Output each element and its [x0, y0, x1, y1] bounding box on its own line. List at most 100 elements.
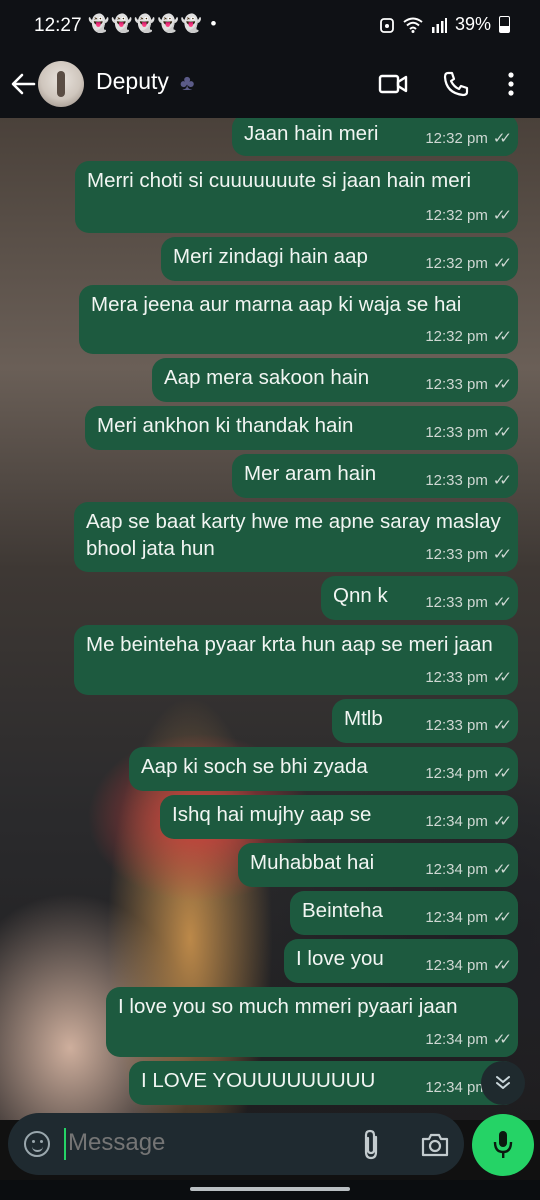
message-meta: 12:32 pm ✓✓ — [425, 202, 512, 229]
message-composer — [8, 1113, 464, 1175]
double-check-icon: ✓✓ — [492, 472, 512, 489]
message-list[interactable]: Jaan hain meri 12:32 pm ✓✓ Merri choti si… — [0, 118, 540, 1108]
message-text: Qnn k — [333, 584, 388, 607]
message-bubble[interactable]: Me beinteha pyaar krta hun aap se meri j… — [74, 625, 518, 695]
message-bubble[interactable]: Meri zindagi hain aap 12:32 pm ✓✓ — [161, 237, 518, 281]
message-meta: 12:34 pm✓✓ — [425, 856, 512, 883]
message-text: Aap mera sakoon hain — [164, 366, 370, 389]
message-time: 12:34 pm — [425, 813, 488, 830]
mic-button[interactable] — [472, 1114, 534, 1176]
camera-icon[interactable] — [420, 1131, 450, 1159]
phone-icon[interactable] — [442, 70, 470, 98]
message-text: Mer aram hain — [244, 462, 377, 485]
message-text: Beinteha — [302, 899, 383, 922]
message-text: I love you so much mmeri pyaari jaan — [118, 995, 458, 1018]
message-text: Jaan hain meri — [244, 122, 379, 145]
double-check-icon: ✓✓ — [492, 255, 512, 272]
double-check-icon: ✓✓ — [492, 424, 512, 441]
club-suit-icon: ♣ — [180, 70, 195, 95]
message-meta: 12:33 pm ✓✓ — [425, 419, 512, 446]
mic-icon — [493, 1131, 513, 1158]
message-time: 12:34 pm — [425, 1031, 488, 1048]
message-time: 12:33 pm — [425, 376, 488, 393]
status-time: 12:27 — [34, 15, 82, 36]
double-check-icon: ✓✓ — [492, 376, 512, 393]
navigation-bar — [0, 1180, 540, 1200]
more-vert-icon[interactable] — [500, 69, 522, 99]
message-bubble[interactable]: Aap se baat karty hwe me apne saray masl… — [74, 502, 518, 572]
double-check-icon: ✓✓ — [492, 669, 512, 686]
message-time: 12:33 pm — [425, 669, 488, 686]
message-bubble[interactable]: Ishq hai mujhy aap se 12:34 pm ✓✓ — [160, 795, 518, 839]
message-bubble[interactable]: Merri choti si cuuuuuuute si jaan hain m… — [75, 161, 518, 233]
message-bubble[interactable]: I love you so much mmeri pyaari jaan 12:… — [106, 987, 518, 1057]
message-time: 12:32 pm — [425, 255, 488, 272]
text-cursor — [64, 1128, 66, 1160]
message-bubble[interactable]: Beinteha 12:34 pm ✓✓ — [290, 891, 518, 935]
message-bubble[interactable]: I LOVE YOUUUUUUUUU 12:34 pm✓✓ — [129, 1061, 518, 1105]
message-time: 12:33 pm — [425, 472, 488, 489]
attach-icon[interactable] — [360, 1128, 384, 1162]
message-text: Muhabbat hai — [250, 851, 375, 874]
wifi-icon — [403, 17, 423, 33]
message-meta: 12:33 pm ✓✓ — [425, 664, 512, 691]
message-time: 12:34 pm — [425, 861, 488, 878]
message-meta: 12:34 pm✓✓ — [425, 808, 512, 835]
message-time: 12:32 pm — [425, 328, 488, 345]
message-bubble[interactable]: Meri ankhon ki thandak hain 12:33 pm ✓✓ — [85, 406, 518, 450]
message-time: 12:33 pm — [425, 546, 488, 563]
message-time: 12:34 pm — [425, 765, 488, 782]
message-bubble[interactable]: Mtlb 12:33 pm ✓✓ — [332, 699, 518, 743]
message-bubble[interactable]: I love you 12:34 pm ✓✓ — [284, 939, 518, 983]
message-bubble[interactable]: Jaan hain meri 12:32 pm ✓✓ — [232, 118, 518, 156]
message-bubble[interactable]: Mera jeena aur marna aap ki waja se hai … — [79, 285, 518, 354]
status-bar: 12:27 👻👻👻👻👻 • 39% — [0, 0, 540, 52]
video-call-icon[interactable] — [378, 71, 408, 97]
battery-percent: 39% — [454, 14, 491, 34]
contact-name[interactable]: Deputy — [96, 68, 169, 95]
message-meta: 12:33 pm ✓✓ — [425, 712, 512, 739]
notification-icons: 👻👻👻👻👻 • — [88, 14, 219, 33]
message-bubble[interactable]: Mer aram hain 12:33 pm ✓✓ — [232, 454, 518, 498]
message-text: Aap ki soch se bhi zyada — [141, 755, 368, 778]
message-time: 12:34 pm — [425, 909, 488, 926]
double-check-icon: ✓✓ — [492, 594, 512, 611]
message-meta: 12:33 pm ✓✓ — [425, 589, 512, 616]
message-meta: 12:32 pm ✓✓ — [425, 250, 512, 277]
double-check-icon: ✓✓ — [492, 328, 512, 345]
message-text: Mtlb — [344, 707, 383, 730]
emoji-icon[interactable] — [24, 1131, 50, 1157]
chevron-down-icon — [496, 1075, 510, 1089]
double-check-icon: ✓✓ — [492, 130, 512, 147]
message-text: Mera jeena aur marna aap ki waja se hai — [91, 293, 462, 316]
message-meta: 12:34 pm✓✓ — [425, 760, 512, 787]
status-right: 39% — [379, 14, 510, 35]
message-meta: 12:34 pm✓✓ — [425, 952, 512, 979]
double-check-icon: ✓✓ — [492, 957, 512, 974]
message-bubble[interactable]: Qnn k 12:33 pm ✓✓ — [321, 576, 518, 620]
message-meta: 12:34 pm✓✓ — [425, 904, 512, 931]
message-meta: 12:33 pm ✓✓ — [425, 541, 512, 568]
double-check-icon: ✓✓ — [492, 765, 512, 782]
message-text: Ishq hai mujhy aap se — [172, 803, 372, 826]
message-meta: 12:33 pm ✓✓ — [425, 371, 512, 398]
message-bubble[interactable]: Aap ki soch se bhi zyada 12:34 pm ✓✓ — [129, 747, 518, 791]
message-text: Meri zindagi hain aap — [173, 245, 368, 268]
message-meta: 12:32 pm ✓✓ — [425, 323, 512, 350]
message-time: 12:32 pm — [425, 130, 488, 147]
home-indicator[interactable] — [190, 1187, 350, 1191]
double-check-icon: ✓✓ — [492, 207, 512, 224]
back-arrow-icon[interactable] — [8, 67, 38, 101]
scroll-to-bottom-button[interactable] — [481, 1061, 525, 1105]
chat-header: Deputy ♣ — [0, 52, 540, 118]
message-text: Me beinteha pyaar krta hun aap se meri j… — [86, 633, 493, 656]
message-time: 12:33 pm — [425, 424, 488, 441]
message-bubble[interactable]: Aap mera sakoon hain 12:33 pm ✓✓ — [152, 358, 518, 402]
message-time: 12:34 pm — [425, 1079, 488, 1096]
double-check-icon: ✓✓ — [492, 1031, 512, 1048]
double-check-icon: ✓✓ — [492, 909, 512, 926]
message-bubble[interactable]: Muhabbat hai 12:34 pm ✓✓ — [238, 843, 518, 887]
message-input[interactable] — [68, 1129, 328, 1157]
message-text: Merri choti si cuuuuuuute si jaan hain m… — [87, 169, 471, 192]
avatar[interactable] — [38, 61, 84, 107]
